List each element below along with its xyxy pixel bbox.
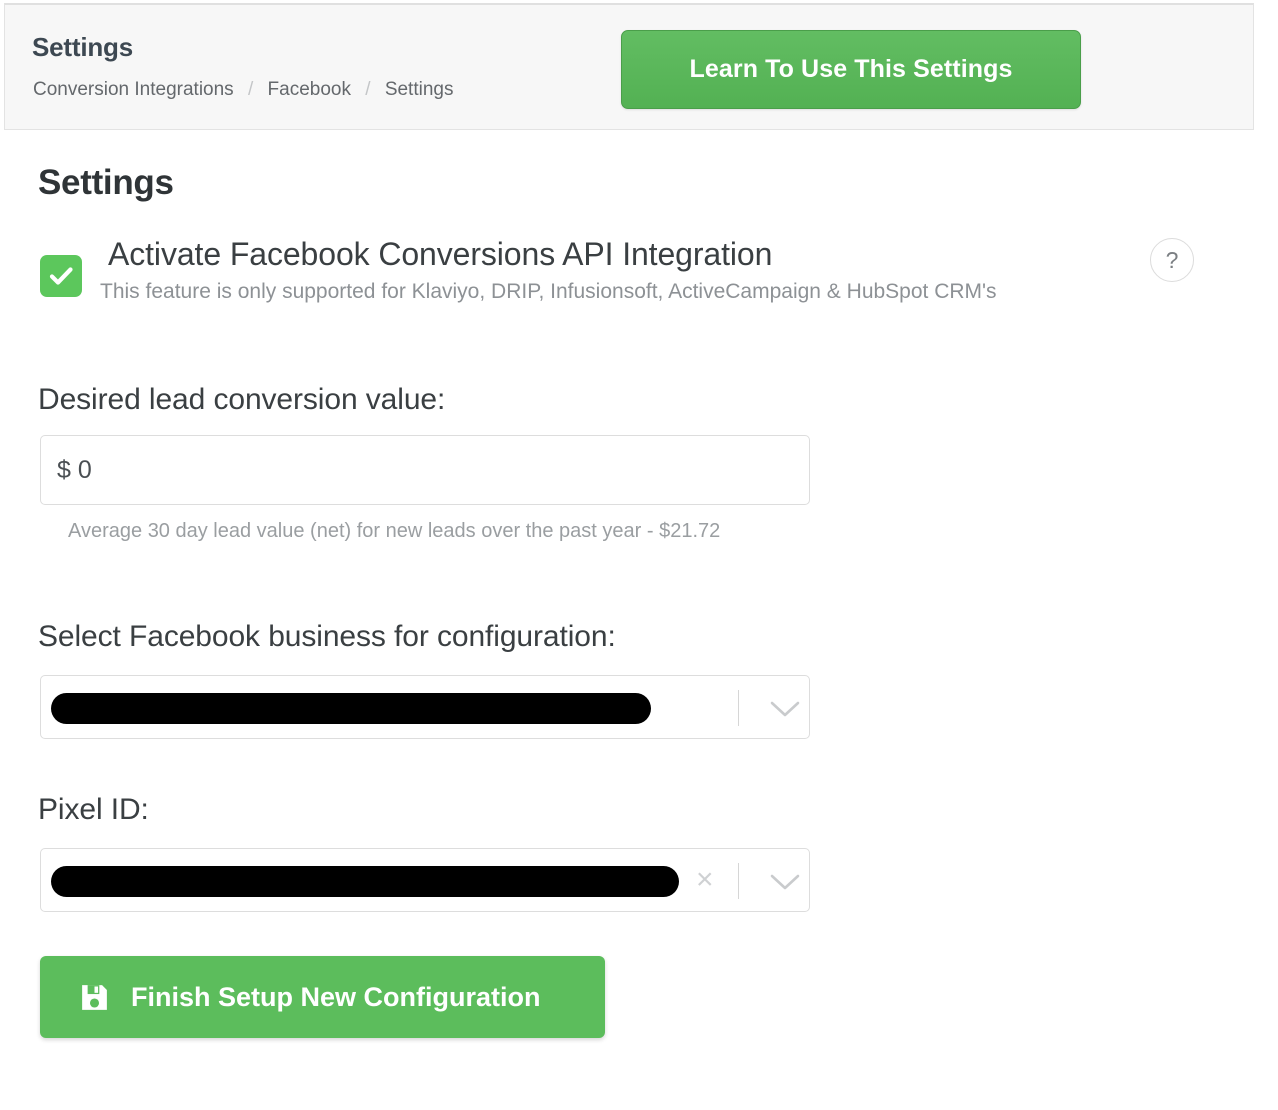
close-icon[interactable]: × (696, 865, 714, 895)
lead-conversion-value-label: Desired lead conversion value: (38, 383, 446, 416)
facebook-business-label: Select Facebook business for configurati… (38, 620, 616, 653)
select-separator (738, 863, 739, 899)
chevron-down-icon[interactable] (764, 871, 806, 893)
help-icon[interactable]: ? (1150, 238, 1194, 282)
lead-conversion-value-input[interactable] (40, 435, 810, 505)
breadcrumb-item-facebook[interactable]: Facebook (268, 79, 351, 100)
check-icon (49, 267, 73, 285)
lead-conversion-value-hint: Average 30 day lead value (net) for new … (68, 520, 721, 542)
page-title: Settings (32, 32, 133, 62)
pixel-id-redacted-value (51, 866, 679, 897)
learn-to-use-settings-button[interactable]: Learn To Use This Settings (621, 30, 1081, 109)
chevron-down-icon[interactable] (764, 698, 806, 720)
activate-integration-row: Activate Facebook Conversions API Integr… (38, 233, 1278, 315)
activate-integration-description: This feature is only supported for Klavi… (100, 280, 997, 303)
facebook-business-select[interactable] (40, 675, 810, 739)
breadcrumb: Conversion Integrations / Facebook / Set… (33, 80, 453, 99)
facebook-business-redacted-value (51, 693, 651, 724)
pixel-id-label: Pixel ID: (38, 793, 149, 826)
finish-setup-button-label: Finish Setup New Configuration (131, 981, 541, 1012)
finish-setup-button[interactable]: Finish Setup New Configuration (40, 956, 605, 1038)
page-header-bar: Settings Conversion Integrations / Faceb… (4, 3, 1254, 130)
save-icon (78, 981, 111, 1014)
breadcrumb-item-settings[interactable]: Settings (385, 79, 454, 100)
pixel-id-select[interactable]: × (40, 848, 810, 912)
breadcrumb-separator: / (365, 79, 371, 100)
settings-section-heading: Settings (38, 163, 174, 202)
breadcrumb-item-conversion-integrations[interactable]: Conversion Integrations (33, 79, 234, 100)
select-separator (738, 690, 739, 726)
settings-content: Settings Activate Facebook Conversions A… (0, 130, 1278, 1110)
activate-integration-label: Activate Facebook Conversions API Integr… (108, 236, 773, 272)
breadcrumb-separator: / (247, 79, 254, 100)
activate-integration-checkbox[interactable] (40, 255, 82, 297)
